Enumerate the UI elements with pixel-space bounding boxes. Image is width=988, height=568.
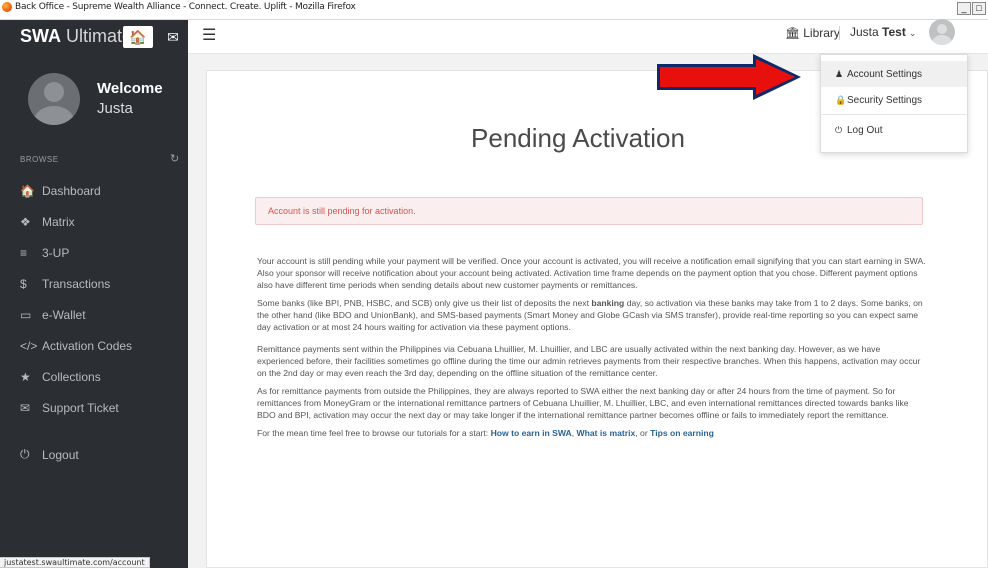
home-icon[interactable]: 🏠 [123, 26, 153, 48]
home-icon: 🏠 [20, 183, 35, 198]
top-navbar: ☰ 🏛 Library Justa Test ⌄ [188, 19, 988, 54]
pending-alert: Account is still pending for activation. [255, 197, 923, 225]
ticket-icon: ✉ [20, 400, 31, 415]
browse-label: BROWSE [20, 155, 59, 164]
sidebar-item-label: e-Wallet [42, 307, 86, 322]
menu-item-label: Log Out [847, 125, 883, 136]
user-menu-toggle[interactable]: Justa Test ⌄ [850, 25, 916, 39]
menu-item-account-settings[interactable]: ♟ Account Settings [821, 61, 967, 87]
tutorial-paragraph: For the mean time feel free to browse ou… [257, 428, 714, 438]
user-first-name: Justa [850, 25, 879, 39]
menu-divider [821, 114, 967, 115]
sidebar-item-logout[interactable]: ⏻ Logout [0, 439, 188, 470]
menu-item-label: Account Settings [847, 69, 923, 80]
sidebar-item-label: 3-UP [42, 245, 70, 260]
dollar-icon: $ [20, 276, 27, 291]
welcome-label: Welcome [97, 80, 163, 97]
sidebar-item-matrix[interactable]: ❖ Matrix [0, 206, 188, 237]
avatar [28, 73, 80, 125]
sidebar-item-transactions[interactable]: $ Transactions [0, 268, 188, 299]
library-label: Library [803, 26, 840, 40]
menu-item-security-settings[interactable]: 🔒Security Settings [821, 87, 967, 113]
hamburger-menu-icon[interactable]: ☰ [202, 25, 216, 45]
sidebar-item-collections[interactable]: ★ Collections [0, 361, 188, 392]
restore-button[interactable]: □ [972, 2, 986, 15]
sidebar-item-support-ticket[interactable]: ✉ Support Ticket [0, 392, 188, 423]
window-title: Back Office - Supreme Wealth Alliance - … [15, 2, 356, 12]
sidebar-username: Justa [97, 100, 133, 117]
info-paragraph: As for remittance payments from outside … [257, 386, 909, 420]
red-arrow-annotation [657, 54, 801, 100]
sidebar-item-dashboard[interactable]: 🏠 Dashboard [0, 175, 188, 206]
sidebar-item-label: Dashboard [42, 183, 101, 198]
link-tips-on-earning[interactable]: Tips on earning [650, 428, 714, 438]
lock-icon: 🔒 [835, 95, 847, 105]
user-icon: ♟ [835, 69, 844, 79]
mail-icon[interactable]: ✉ [158, 26, 188, 48]
menu-item-label: Security Settings [847, 95, 923, 106]
sidebar-item-activation-codes[interactable]: </> Activation Codes [0, 330, 188, 361]
user-dropdown-menu: ♟ Account Settings 🔒Security Settings ⏻ Lo… [820, 54, 968, 153]
power-icon: ⏻ [20, 447, 30, 461]
chevron-down-icon: ⌄ [908, 28, 917, 38]
minimize-button[interactable]: _ [957, 2, 971, 15]
brand-logo[interactable]: SWA Ultimate [20, 26, 132, 47]
sidebar-item-ewallet[interactable]: ▭ e-Wallet [0, 299, 188, 330]
sidebar-item-label: Activation Codes [42, 338, 133, 353]
star-icon: ★ [20, 369, 31, 384]
sidebar-item-3up[interactable]: ≡ 3-UP [0, 237, 188, 268]
refresh-icon[interactable]: ↻ [170, 152, 179, 165]
library-link[interactable]: 🏛 Library [785, 26, 840, 40]
sidebar-item-label: Collections [42, 369, 101, 384]
sidebar: SWA Ultimate 🏠 ✉ Welcome Justa BROWSE ↻ … [0, 20, 188, 568]
info-paragraph: Remittance payments sent within the Phil… [257, 344, 921, 378]
info-paragraph: Some banks (like BPI, PNB, HSBC, and SCB… [257, 298, 923, 332]
link-how-to-earn[interactable]: How to earn in SWA [491, 428, 572, 438]
info-paragraph: Your account is still pending while your… [257, 256, 926, 290]
code-icon: </> [20, 338, 38, 353]
browser-titlebar: Back Office - Supreme Wealth Alliance - … [0, 0, 988, 20]
bank-icon: 🏛 [785, 26, 801, 40]
sidebar-item-label: Matrix [42, 214, 75, 229]
menu-item-log-out[interactable]: ⏻ Log Out [821, 117, 967, 143]
credit-card-icon: ▭ [20, 307, 32, 322]
link-what-is-matrix[interactable]: What is matrix [577, 428, 636, 438]
avatar[interactable] [929, 19, 955, 45]
firefox-icon [2, 2, 12, 12]
status-bar-url: justatest.swaultimate.com/account [0, 557, 150, 568]
sidebar-nav: 🏠 Dashboard ❖ Matrix ≡ 3-UP $ Transactions ▭… [0, 175, 188, 470]
bars-icon: ≡ [20, 245, 28, 260]
sidebar-item-label: Transactions [42, 276, 111, 291]
window-controls: _ □ [957, 2, 986, 15]
sidebar-item-label: Logout [42, 447, 79, 462]
sidebar-item-label: Support Ticket [42, 400, 119, 415]
users-icon: ❖ [20, 214, 31, 229]
user-last-name: Test [882, 25, 906, 39]
power-icon: ⏻ [835, 125, 843, 135]
activation-info: Your account is still pending while your… [257, 255, 927, 445]
navbar-divider [839, 26, 840, 40]
